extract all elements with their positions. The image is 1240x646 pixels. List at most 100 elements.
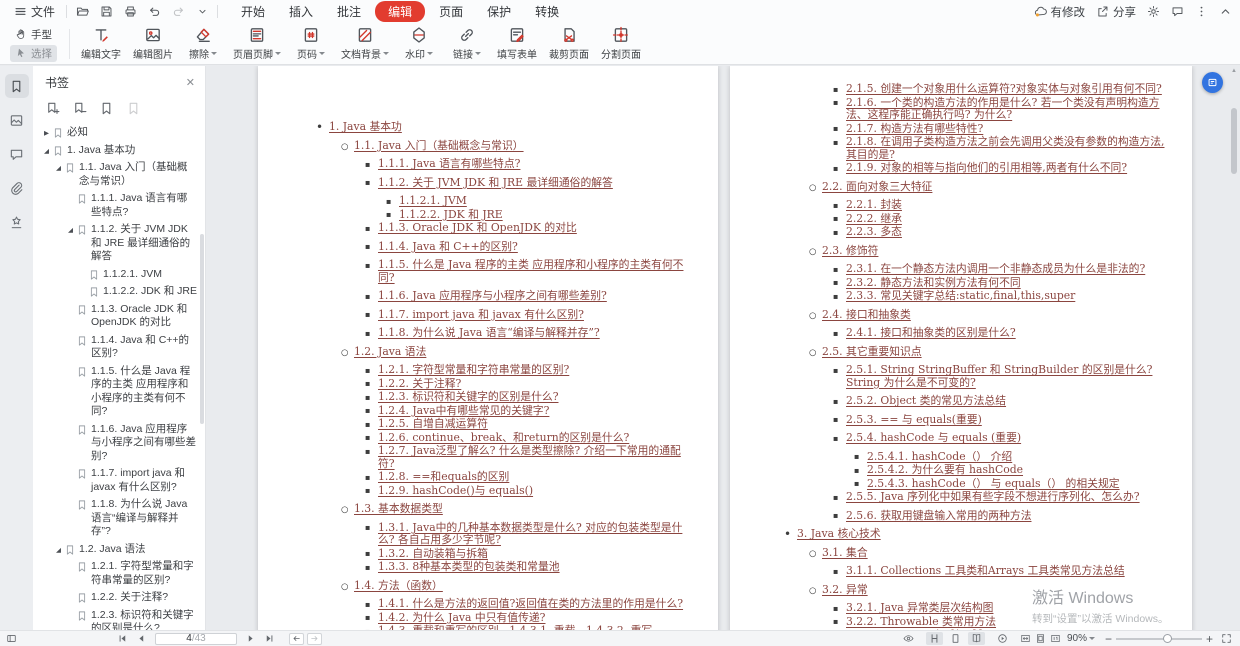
toolbar-button-fill-form[interactable]: 填写表单	[492, 25, 542, 63]
comments-panel-button[interactable]	[5, 142, 29, 166]
toc-link[interactable]: 1.2.3. 标识符和关键字的区别是什么?	[316, 390, 692, 403]
bookmark-item[interactable]: 1.2.1. 字符型常量和字符串常量的区别?	[41, 560, 197, 587]
view-back-button[interactable]	[289, 632, 304, 645]
bookmark-item[interactable]: 1.1.3. Oracle JDK 和 OpenJDK 的对比	[41, 303, 197, 330]
toc-link[interactable]: 2.1.6. 一个类的构造方法的作用是什么? 若一个类没有声明构造方法、这程序能…	[784, 96, 1168, 122]
zoom-in-button[interactable]: +	[1202, 632, 1217, 646]
toc-link[interactable]: 2.1.5. 创建一个对象用什么运算符?对象实体与对象引用有何不同?	[784, 82, 1168, 95]
bookmark-item[interactable]: 1.1.6. Java 应用程序与小程序之间有哪些差别?	[41, 423, 197, 464]
fit-page-button[interactable]	[1035, 633, 1046, 644]
toc-link[interactable]: 3.1.1. Collections 工具类和Arrays 工具类常见方法总结	[784, 564, 1168, 577]
toc-link[interactable]: 2.2. 面向对象三大特征	[784, 180, 1168, 193]
close-panel-icon[interactable]: ✕	[186, 76, 195, 89]
toc-link[interactable]: 2.5.4.2. 为什么要有 hashCode	[784, 463, 1168, 476]
toc-link[interactable]: 1.1.4. Java 和 C++的区别?	[316, 240, 692, 253]
expand-toggle-icon[interactable]: ◢	[53, 161, 64, 172]
bookmark-item[interactable]: 1.1.1. Java 语言有哪些特点?	[41, 192, 197, 219]
toc-link[interactable]: 2.2.2. 继承	[784, 212, 1168, 225]
toc-link[interactable]: 2.2.3. 多态	[784, 225, 1168, 238]
expand-toggle-icon[interactable]: ▶	[41, 126, 52, 137]
toolbar-button-header-footer[interactable]: 页眉页脚	[228, 25, 286, 63]
undo-button[interactable]	[144, 3, 164, 21]
bookmark-item[interactable]: ◢ 1.1.2. 关于 JVM JDK 和 JRE 最详细通俗的解答	[41, 223, 197, 264]
view-forward-button[interactable]	[307, 632, 322, 645]
redo-button[interactable]	[168, 3, 188, 21]
fit-width-button[interactable]	[1020, 633, 1031, 644]
expand-toggle-icon[interactable]: ◢	[41, 144, 52, 155]
toc-link[interactable]: 2.2.1. 封装	[784, 198, 1168, 211]
bookmark-item[interactable]: ◢ 1.1. Java 入门（基础概念与常识）	[41, 161, 197, 188]
bookmark-item[interactable]: 1.1.7. import java 和 javax 有什么区别?	[41, 467, 197, 494]
toolbar-button-watermark[interactable]: 水印	[396, 25, 442, 63]
prev-page-button[interactable]	[136, 633, 147, 644]
toc-link[interactable]: 1.4. 方法（函数）	[316, 579, 692, 592]
toc-link[interactable]: 2.5.6. 获取用键盘输入常用的两种方法	[784, 509, 1168, 522]
continuous-view-button[interactable]	[925, 632, 943, 645]
toc-link[interactable]: 1.2.7. Java泛型了解么? 什么是类型擦除? 介绍一下常用的通配符?	[316, 444, 692, 470]
toc-link[interactable]: 2.5.3. == 与 equals(重要)	[784, 413, 1168, 426]
toc-link[interactable]: 2.1.9. 对象的相等与指向他们的引用相等,两者有什么不同?	[784, 161, 1168, 174]
menu-tab-4[interactable]: 页面	[427, 1, 475, 22]
zoom-slider[interactable]	[1115, 633, 1202, 645]
toc-link[interactable]: 1.2.1. 字符型常量和字符串常量的区别?	[316, 363, 692, 376]
select-tool-button[interactable]: 选择	[10, 44, 57, 62]
toc-link[interactable]: 2.5.4. hashCode 与 equals (重要)	[784, 431, 1168, 444]
zoom-slider-knob[interactable]	[1163, 634, 1173, 643]
fullscreen-button[interactable]	[1221, 633, 1232, 644]
toc-link[interactable]: 1.3. 基本数据类型	[316, 502, 692, 515]
file-menu-button[interactable]: 文件	[8, 0, 61, 23]
toc-link[interactable]: 1.1.8. 为什么说 Java 语言“编译与解释并存”?	[316, 326, 692, 339]
actual-size-button[interactable]	[1050, 633, 1061, 644]
menu-tab-0[interactable]: 开始	[229, 1, 277, 22]
next-page-button[interactable]	[245, 633, 256, 644]
first-page-button[interactable]	[117, 633, 128, 644]
bookmark-item[interactable]: ◢ 1.2. Java 语法	[41, 543, 197, 557]
zoom-level-button[interactable]: 90%	[1067, 633, 1095, 644]
toc-link[interactable]: 1.2.4. Java中有哪些常见的关键字?	[316, 404, 692, 417]
menu-tab-3[interactable]: 编辑	[375, 1, 426, 22]
vertical-scrollbar[interactable]	[1231, 108, 1237, 174]
share-button[interactable]: 分享	[1096, 4, 1136, 20]
toolbar-button-edit-image[interactable]: 编辑图片	[128, 25, 178, 63]
two-page-view-button[interactable]	[967, 632, 985, 645]
toc-link[interactable]: 1. Java 基本功	[316, 120, 692, 134]
toolbar-button-page-number[interactable]: 页码	[288, 25, 334, 63]
bookmark-item[interactable]: 1.2.2. 关于注释?	[41, 591, 197, 605]
toc-link[interactable]: 1.1.2.1. JVM	[316, 194, 692, 207]
sync-status-button[interactable]: 有修改	[1034, 4, 1085, 20]
bookmarks-panel-button[interactable]	[4, 74, 29, 98]
toc-link[interactable]: 2.1.8. 在调用子类构造方法之前会先调用父类没有参数的构造方法,其目的是?	[784, 135, 1168, 161]
toc-link[interactable]: 3.2.2. Throwable 类常用方法	[784, 615, 1168, 628]
toc-link[interactable]: 2.3.1. 在一个静态方法内调用一个非静态成员为什么是非法的?	[784, 262, 1168, 275]
expand-toggle-icon[interactable]: ◢	[65, 223, 76, 234]
more-menu-button[interactable]	[1195, 5, 1208, 18]
scroll-up-arrow[interactable]: ▲	[1231, 68, 1237, 74]
toc-link[interactable]: 3.2.1. Java 异常类层次结构图	[784, 601, 1168, 614]
page-number-input[interactable]: 4/43	[155, 632, 237, 645]
toc-link[interactable]: 3. Java 核心技术	[784, 527, 1168, 541]
toc-link[interactable]: 1.1.3. Oracle JDK 和 OpenJDK 的对比	[316, 221, 692, 234]
toc-link[interactable]: 2.3. 修饰符	[784, 244, 1168, 257]
toggle-panel-button[interactable]	[6, 633, 17, 644]
collapse-ribbon-button[interactable]	[1219, 5, 1232, 18]
locate-bookmark-icon[interactable]	[99, 101, 114, 116]
zoom-out-button[interactable]: −	[1101, 632, 1116, 646]
menu-tab-2[interactable]: 批注	[325, 1, 373, 22]
add-bookmark-icon[interactable]	[45, 101, 60, 116]
signature-panel-button[interactable]	[5, 210, 29, 234]
toc-link[interactable]: 1.3.1. Java中的几种基本数据类型是什么? 对应的包装类型是什么? 各自…	[316, 521, 692, 547]
delete-bookmark-icon[interactable]	[72, 101, 87, 116]
toolbar-button-split-page[interactable]: 分割页面	[596, 25, 646, 63]
toc-link[interactable]: 1.2. Java 语法	[316, 345, 692, 358]
read-mode-button[interactable]	[903, 633, 914, 644]
toc-link[interactable]: 2.4. 接口和抽象类	[784, 308, 1168, 321]
snapshot-panel-button[interactable]	[5, 108, 29, 132]
toc-link[interactable]: 1.1.7. import java 和 javax 有什么区别?	[316, 308, 692, 321]
toc-link[interactable]: 1.2.5. 自增自减运算符	[316, 417, 692, 430]
toolbar-button-crop-page[interactable]: 裁剪页面	[544, 25, 594, 63]
toc-link[interactable]: 2.1.7. 构造方法有哪些特性?	[784, 122, 1168, 135]
bookmark-item[interactable]: ▶ 必知	[41, 126, 197, 140]
quickbar-more-button[interactable]	[192, 3, 212, 21]
toc-link[interactable]: 1.4.1. 什么是方法的返回值?返回值在类的方法里的作用是什么?	[316, 597, 692, 610]
toolbar-button-erase[interactable]: 擦除	[180, 25, 226, 63]
